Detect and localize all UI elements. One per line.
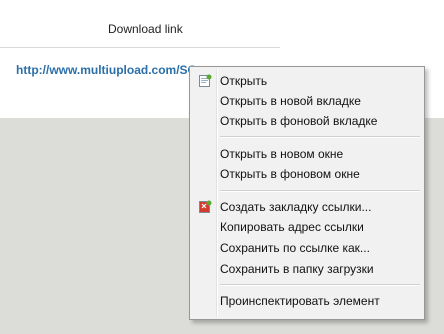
menu-item-save-link-as[interactable]: Сохранить по ссылке как... xyxy=(192,238,422,258)
menu-item-label: Открыть в фоновом окне xyxy=(220,167,360,181)
header-divider xyxy=(0,47,280,48)
menu-item-label: Открыть в фоновой вкладке xyxy=(220,114,378,128)
menu-item-copy-link-address[interactable]: Копировать адрес ссылки xyxy=(192,217,422,237)
menu-item-label: Открыть в новой вкладке xyxy=(220,94,361,108)
menu-separator xyxy=(220,190,420,192)
menu-item-open-background-tab[interactable]: Открыть в фоновой вкладке xyxy=(192,111,422,131)
menu-item-save-to-downloads[interactable]: Сохранить в папку загрузки xyxy=(192,259,422,279)
menu-separator xyxy=(220,284,420,286)
menu-item-label: Сохранить по ссылке как... xyxy=(220,241,370,255)
menu-item-bookmark-link[interactable]: Создать закладку ссылки... xyxy=(192,197,422,217)
menu-separator xyxy=(220,136,420,138)
menu-item-label: Открыть в новом окне xyxy=(220,147,344,161)
menu-item-label: Открыть xyxy=(220,74,268,88)
menu-item-inspect-element[interactable]: Проинспектировать элемент xyxy=(192,291,422,311)
context-menu: Открыть Открыть в новой вкладке Открыть … xyxy=(189,66,425,320)
menu-item-label: Создать закладку ссылки... xyxy=(220,200,372,214)
menu-item-label: Сохранить в папку загрузки xyxy=(220,262,374,276)
open-page-icon xyxy=(198,74,212,88)
menu-item-label: Копировать адрес ссылки xyxy=(220,220,364,234)
menu-item-open[interactable]: Открыть xyxy=(192,71,422,91)
bookmark-icon xyxy=(198,200,212,214)
download-link-column-header: Download link xyxy=(108,22,183,36)
menu-item-label: Проинспектировать элемент xyxy=(220,294,380,308)
menu-item-open-new-tab[interactable]: Открыть в новой вкладке xyxy=(192,91,422,111)
menu-item-open-new-window[interactable]: Открыть в новом окне xyxy=(192,144,422,164)
menu-item-open-background-window[interactable]: Открыть в фоновом окне xyxy=(192,164,422,184)
download-url-link[interactable]: http://www.multiupload.com/SGNNG3LF5O xyxy=(16,63,196,79)
